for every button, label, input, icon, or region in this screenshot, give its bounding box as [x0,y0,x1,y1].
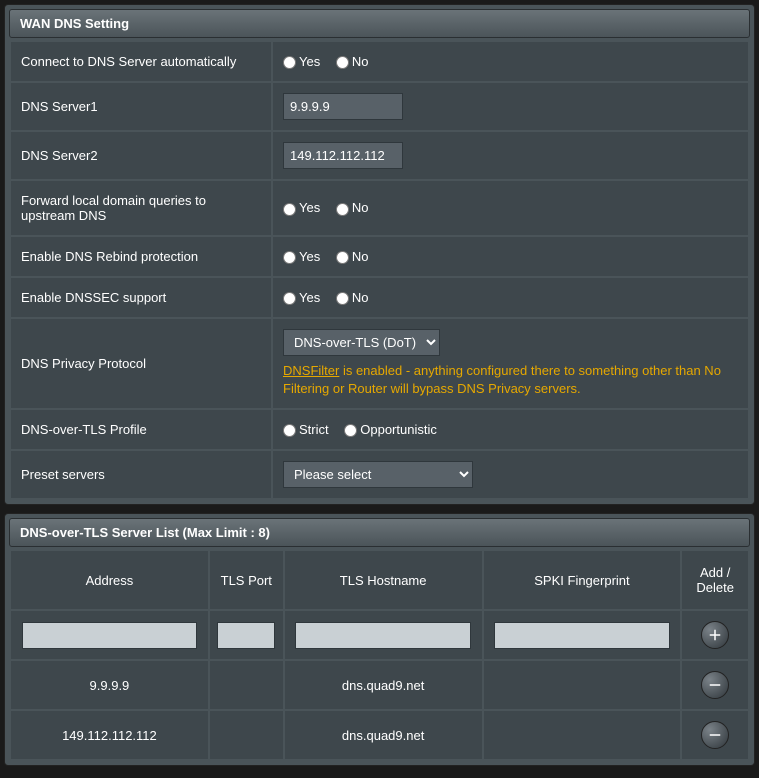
privacy-select[interactable]: DNS-over-TLS (DoT) [283,329,440,356]
dnssec-no[interactable]: No [336,290,369,305]
connect-auto-yes[interactable]: Yes [283,54,320,69]
row-tlsport [210,661,283,709]
row-address: 9.9.9.9 [11,661,208,709]
privacy-warning: DNSFilter is enabled - anything configur… [283,362,738,398]
delete-button[interactable] [701,671,729,699]
forward-local-no[interactable]: No [336,200,369,215]
col-tls-hostname: TLS Hostname [285,551,482,609]
new-spki-input[interactable] [494,622,670,649]
col-spki: SPKI Fingerprint [484,551,681,609]
input-row [11,611,748,659]
forward-local-label: Forward local domain queries to upstream… [11,181,271,235]
col-tls-port: TLS Port [210,551,283,609]
dnsfilter-link[interactable]: DNSFilter [283,363,339,378]
rebind-label: Enable DNS Rebind protection [11,237,271,276]
new-tlsport-input[interactable] [217,622,275,649]
row-spki [484,661,681,709]
col-add-delete: Add / Delete [682,551,748,609]
rebind-no[interactable]: No [336,249,369,264]
table-row: 149.112.112.112 dns.quad9.net [11,711,748,759]
row-tlsport [210,711,283,759]
dnssec-yes[interactable]: Yes [283,290,320,305]
add-button[interactable] [701,621,729,649]
minus-icon [706,726,724,744]
row-spki [484,711,681,759]
new-hostname-input[interactable] [295,622,471,649]
dns2-input[interactable] [283,142,403,169]
row-hostname: dns.quad9.net [285,711,482,759]
col-address: Address [11,551,208,609]
row-address: 149.112.112.112 [11,711,208,759]
dot-list-header: DNS-over-TLS Server List (Max Limit : 8) [9,518,750,547]
preset-label: Preset servers [11,451,271,498]
forward-local-yes[interactable]: Yes [283,200,320,215]
dot-profile-opportunistic[interactable]: Opportunistic [344,422,437,437]
delete-button[interactable] [701,721,729,749]
row-hostname: dns.quad9.net [285,661,482,709]
minus-icon [706,676,724,694]
dnssec-label: Enable DNSSEC support [11,278,271,317]
wan-dns-header: WAN DNS Setting [9,9,750,38]
connect-auto-no[interactable]: No [336,54,369,69]
dns2-label: DNS Server2 [11,132,271,179]
preset-select[interactable]: Please select [283,461,473,488]
dot-profile-label: DNS-over-TLS Profile [11,410,271,449]
table-row: 9.9.9.9 dns.quad9.net [11,661,748,709]
dns1-label: DNS Server1 [11,83,271,130]
connect-auto-label: Connect to DNS Server automatically [11,42,271,81]
dns1-input[interactable] [283,93,403,120]
plus-icon [706,626,724,644]
dot-profile-strict[interactable]: Strict [283,422,329,437]
rebind-yes[interactable]: Yes [283,249,320,264]
new-address-input[interactable] [22,622,198,649]
privacy-label: DNS Privacy Protocol [11,319,271,408]
